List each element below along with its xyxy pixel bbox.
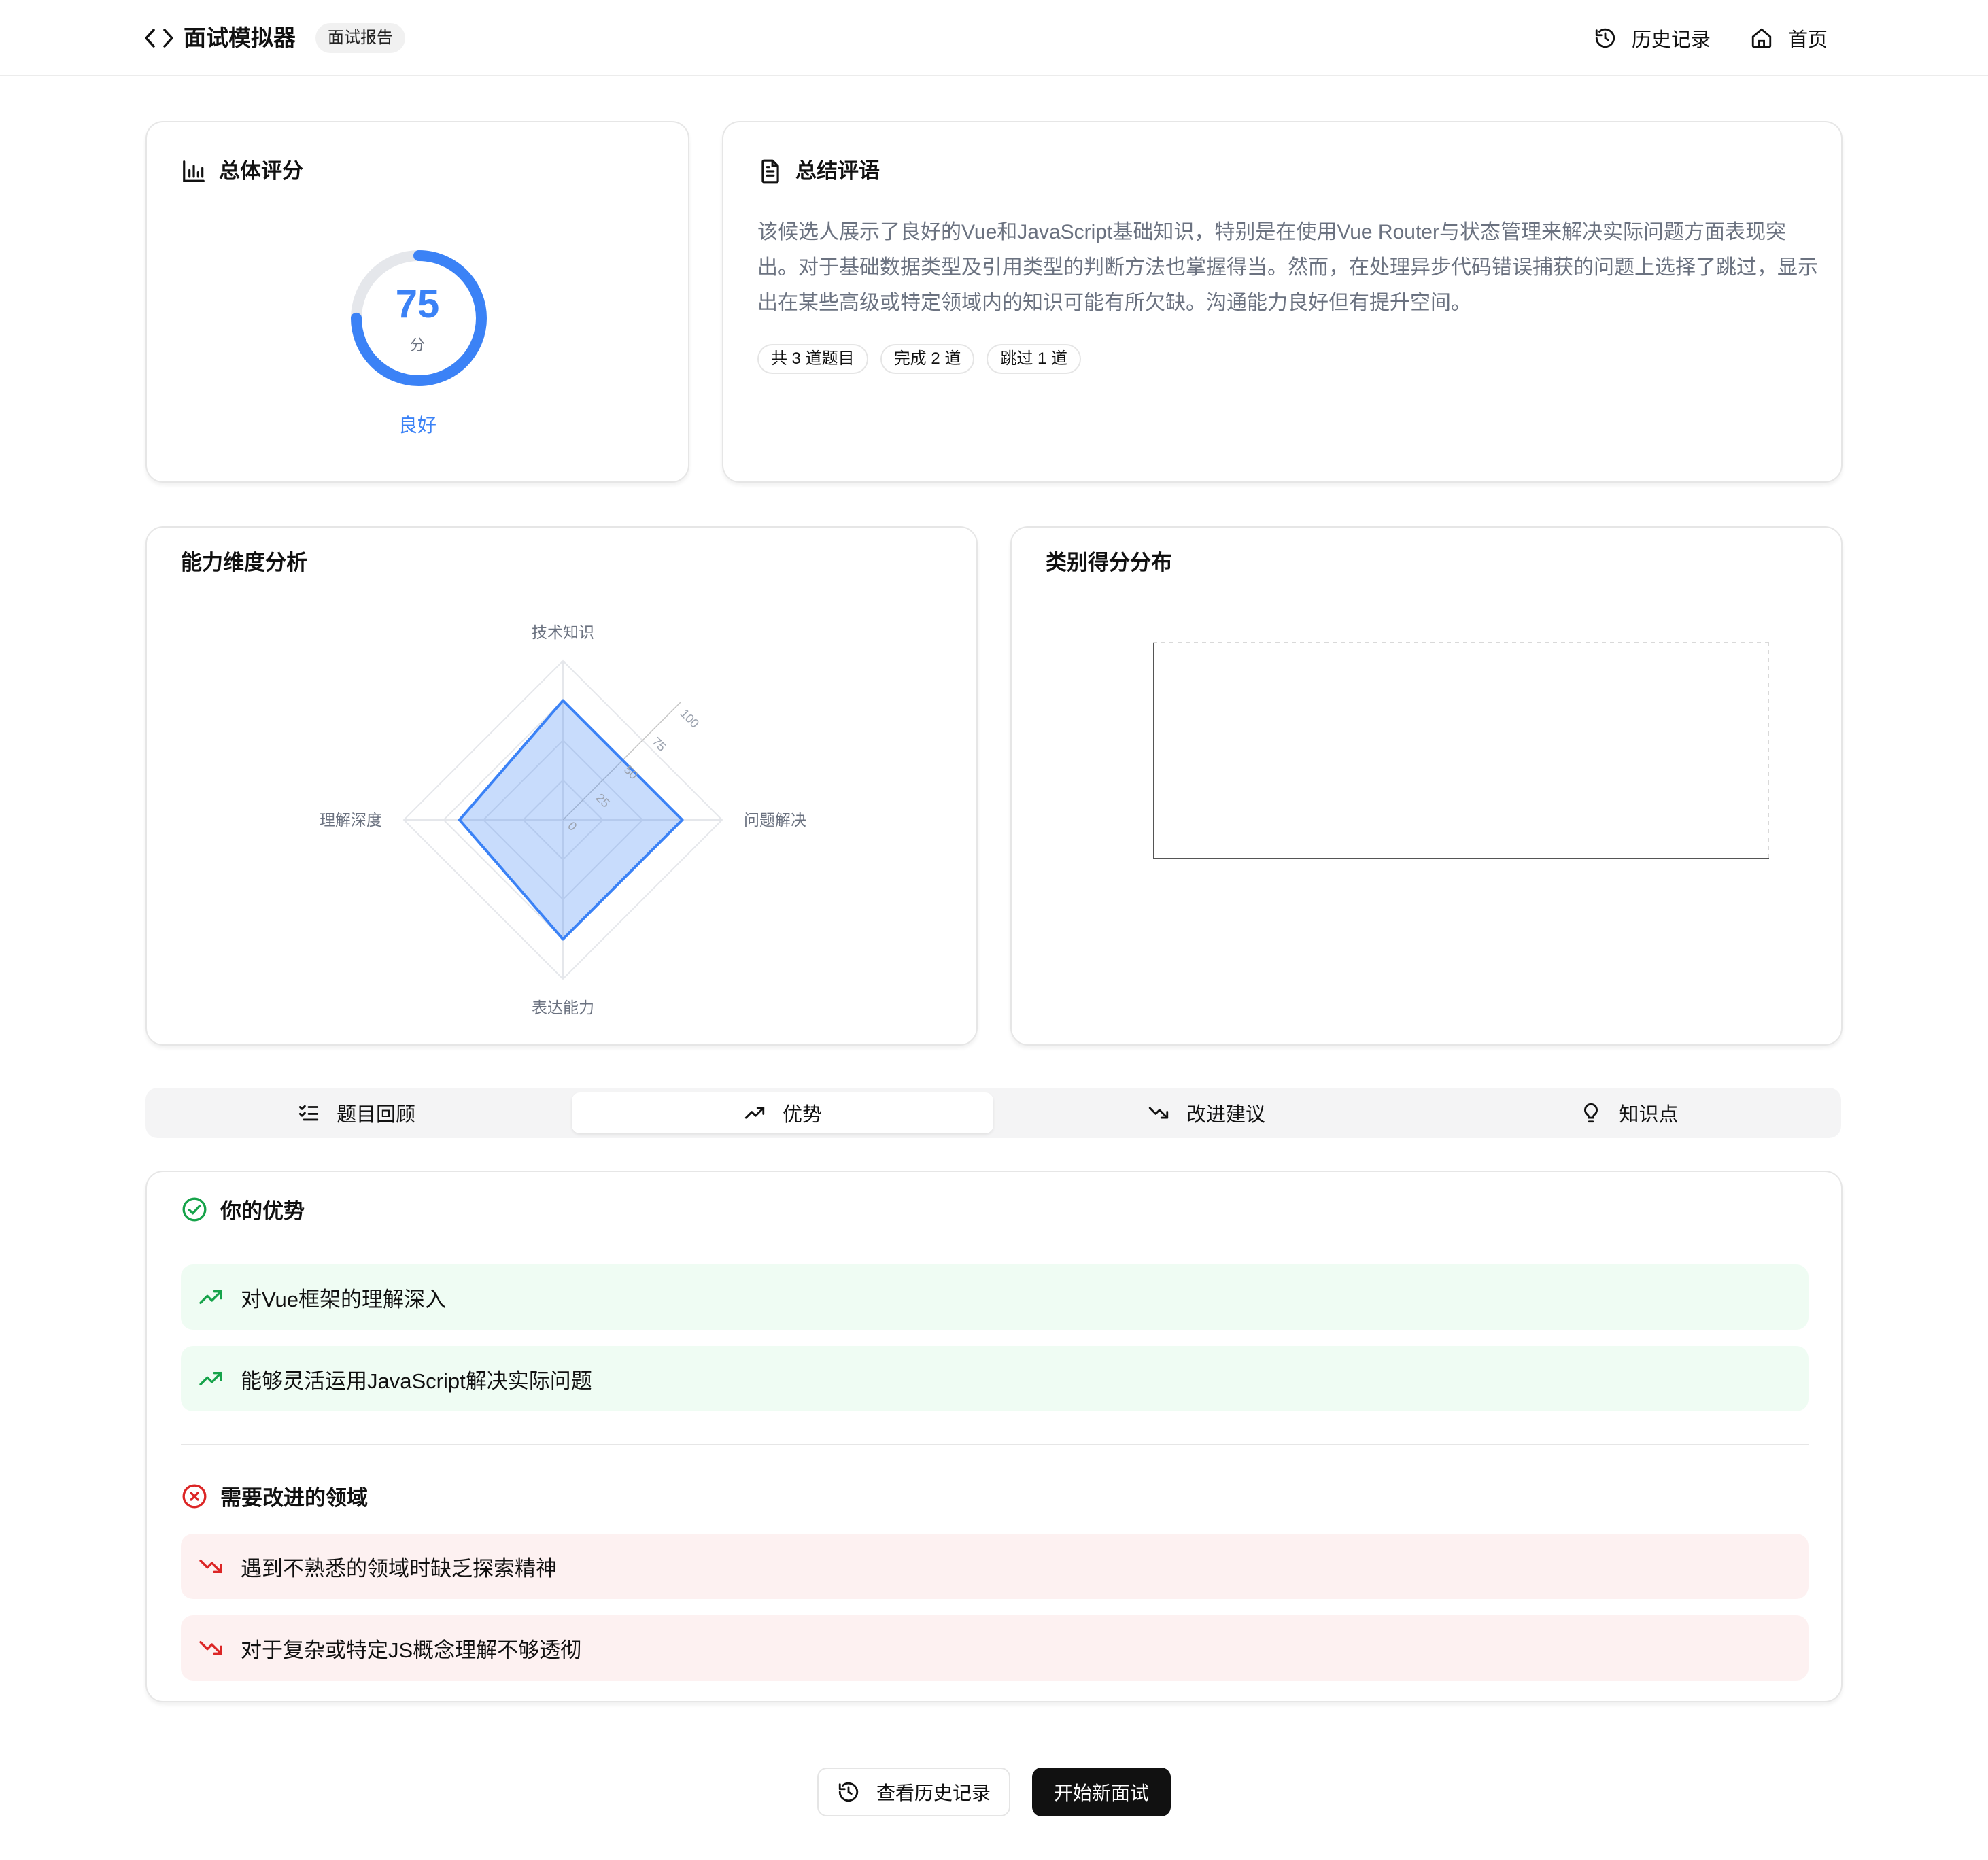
tab-knowledge-label: 知识点 [1619, 1104, 1679, 1126]
trend-down-icon [197, 1634, 224, 1661]
improvement-item-text: 对于复杂或特定JS概念理解不够透彻 [241, 1638, 582, 1662]
strength-item-text: 能够灵活运用JavaScript解决实际问题 [241, 1368, 592, 1393]
radar-chart: 技术知识问题解决表达能力理解深度 0255075100 [320, 623, 806, 1016]
improvement-item: 对于复杂或特定JS概念理解不够透彻 [181, 1615, 1809, 1681]
section-divider [181, 1444, 1809, 1445]
view-history-button[interactable]: 查看历史记录 [817, 1768, 1010, 1816]
category-title-text: 类别得分分布 [1046, 551, 1172, 574]
improvements-title: 需要改进的领域 [181, 1481, 368, 1511]
strengths-card: 你的优势 对Vue框架的理解深入 能够灵活运用JavaScript解决实际问题 … [145, 1171, 1843, 1702]
summary-chips: 共 3 道题目 完成 2 道 跳过 1 道 [757, 344, 1082, 374]
score-unit: 分 [409, 337, 425, 354]
strengths-title-text: 你的优势 [220, 1199, 305, 1223]
radar-axis-label: 技术知识 [532, 623, 594, 641]
report-tabs: 题目回顾 优势 改进建议 知识点 [145, 1088, 1841, 1138]
trend-up-icon [197, 1365, 224, 1392]
summary-card: 总结评语 该候选人展示了良好的Vue和JavaScript基础知识，特别是在使用… [722, 121, 1843, 483]
score-value: 75 [395, 282, 440, 326]
tab-review[interactable]: 题目回顾 [145, 1092, 567, 1133]
tab-improvements[interactable]: 改进建议 [995, 1092, 1417, 1133]
summary-title: 总结评语 [757, 156, 880, 186]
strength-item: 对Vue框架的理解深入 [181, 1264, 1809, 1330]
category-title: 类别得分分布 [1046, 548, 1172, 578]
nav-history-label: 历史记录 [1632, 29, 1711, 51]
radar-series-area [458, 699, 684, 941]
radar-tick-label: 100 [678, 706, 702, 730]
overall-score-title-text: 总体评分 [219, 159, 303, 183]
x-circle-icon [181, 1483, 208, 1510]
overall-score-title: 总体评分 [181, 156, 303, 186]
document-icon [757, 158, 783, 184]
start-new-interview-button[interactable]: 开始新面试 [1032, 1768, 1171, 1816]
checklist-icon [297, 1101, 320, 1124]
page-badge: 面试报告 [315, 23, 405, 53]
radar-axis-label: 理解深度 [320, 811, 382, 829]
chip-completed: 完成 2 道 [880, 344, 975, 374]
tab-strengths-label: 优势 [782, 1104, 822, 1126]
summary-text: 该候选人展示了良好的Vue和JavaScript基础知识，特别是在使用Vue R… [757, 221, 1818, 314]
tab-improvements-label: 改进建议 [1186, 1104, 1265, 1126]
nav-home-link[interactable]: 首页 [1750, 20, 1828, 56]
trend-down-icon [1147, 1101, 1170, 1124]
bar-chart-icon [181, 158, 207, 184]
trend-up-icon [743, 1101, 766, 1124]
overall-score-card: 总体评分 75 分 良好 [145, 121, 689, 483]
start-new-interview-label: 开始新面试 [1053, 1782, 1149, 1804]
trend-up-icon [197, 1284, 224, 1311]
strength-item-text: 对Vue框架的理解深入 [241, 1287, 447, 1311]
category-chart-plot [1153, 642, 1769, 859]
improvement-item: 遇到不熟悉的领域时缺乏探索精神 [181, 1534, 1809, 1599]
improvements-title-text: 需要改进的领域 [220, 1486, 368, 1510]
radar-axis-label: 表达能力 [532, 999, 594, 1016]
improvement-item-text: 遇到不熟悉的领域时缺乏探索精神 [241, 1556, 557, 1581]
category-card: 类别得分分布 [1010, 526, 1843, 1046]
trend-down-icon [197, 1553, 224, 1580]
view-history-label: 查看历史记录 [876, 1782, 991, 1804]
radar-axis-label: 问题解决 [744, 811, 806, 829]
check-circle-icon [181, 1196, 208, 1223]
nav-home-label: 首页 [1788, 29, 1828, 51]
app-title[interactable]: 面试模拟器 [184, 22, 296, 54]
tab-knowledge[interactable]: 知识点 [1418, 1092, 1840, 1133]
tab-strengths[interactable]: 优势 [572, 1092, 993, 1133]
strength-item: 能够灵活运用JavaScript解决实际问题 [181, 1346, 1809, 1411]
strengths-title: 你的优势 [181, 1194, 305, 1224]
chip-skipped: 跳过 1 道 [987, 344, 1082, 374]
nav-history-link[interactable]: 历史记录 [1594, 20, 1711, 56]
tab-review-label: 题目回顾 [336, 1104, 415, 1126]
history-icon [837, 1780, 860, 1804]
chip-total: 共 3 道题目 [757, 344, 868, 374]
top-header: 面试模拟器 面试报告 历史记录 首页 [0, 0, 1988, 76]
summary-title-text: 总结评语 [795, 159, 880, 183]
history-icon [1594, 27, 1617, 50]
lightbulb-icon [1579, 1101, 1603, 1124]
code-icon [144, 26, 174, 50]
score-level: 良好 [398, 415, 436, 436]
radar-card: 能力维度分析 技术知识 问题解决 表达能力 理解深度 0 25 50 75 100 [145, 526, 978, 1046]
home-icon [1750, 27, 1773, 50]
